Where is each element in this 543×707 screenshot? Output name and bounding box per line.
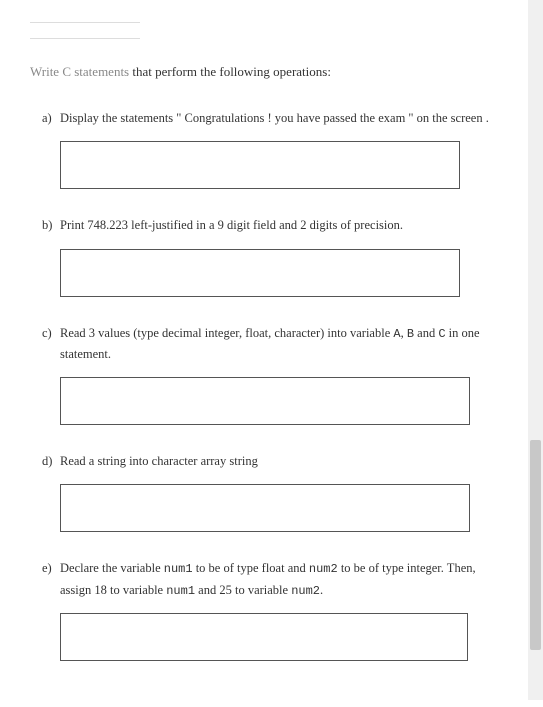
instruction-rest: that perform the following operations: [129, 64, 331, 79]
q-c-before: Read 3 values (type decimal integer, flo… [60, 326, 393, 340]
question-e: e) Declare the variable num1 to be of ty… [42, 558, 498, 661]
question-c: c) Read 3 values (type decimal integer, … [42, 323, 498, 426]
question-a-label: a) [42, 108, 60, 129]
header-rule [30, 30, 140, 39]
answer-box-b [60, 249, 460, 297]
q-e-mid1: to be of type float and [193, 561, 309, 575]
q-e-code4: num2 [291, 584, 320, 598]
q-c-mid2: and [414, 326, 438, 340]
instruction-light: Write C statements [30, 64, 129, 79]
answer-box-c [60, 377, 470, 425]
q-c-code-a: A [393, 327, 400, 341]
question-a-text: Display the statements " Congratulations… [60, 108, 498, 129]
answer-box-d [60, 484, 470, 532]
instruction-line: Write C statements that perform the foll… [30, 64, 498, 80]
question-d: d) Read a string into character array st… [42, 451, 498, 532]
scrollbar-track[interactable] [528, 0, 543, 700]
q-e-code1: num1 [164, 562, 193, 576]
document-page: Write C statements that perform the foll… [0, 0, 528, 707]
q-e-after: . [320, 583, 323, 597]
answer-box-e [60, 613, 468, 661]
q-c-code-b: B [407, 327, 414, 341]
scrollbar-thumb[interactable] [530, 440, 541, 650]
question-b-label: b) [42, 215, 60, 236]
question-e-text: Declare the variable num1 to be of type … [60, 558, 498, 601]
question-a: a) Display the statements " Congratulati… [42, 108, 498, 189]
question-c-text: Read 3 values (type decimal integer, flo… [60, 323, 498, 366]
answer-box-a [60, 141, 460, 189]
question-d-label: d) [42, 451, 60, 472]
question-d-text: Read a string into character array strin… [60, 451, 498, 472]
q-e-before: Declare the variable [60, 561, 164, 575]
question-b: b) Print 748.223 left-justified in a 9 d… [42, 215, 498, 296]
question-b-text: Print 748.223 left-justified in a 9 digi… [60, 215, 498, 236]
question-e-label: e) [42, 558, 60, 579]
q-e-code3: num1 [166, 584, 195, 598]
q-c-code-c: C [438, 327, 445, 341]
q-e-mid3: and 25 to variable [195, 583, 291, 597]
question-c-label: c) [42, 323, 60, 344]
q-e-code2: num2 [309, 562, 338, 576]
